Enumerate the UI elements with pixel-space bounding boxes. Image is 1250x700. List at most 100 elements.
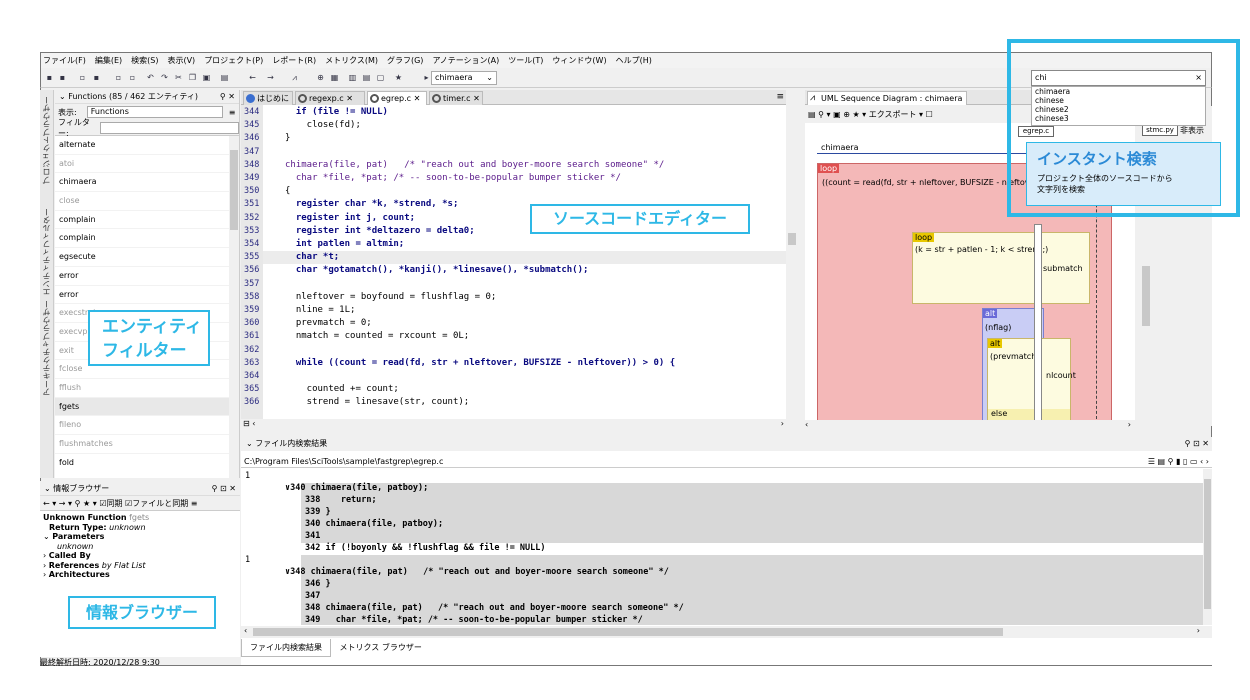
export-button[interactable]: エクスポート [869, 110, 917, 119]
menu-item[interactable]: レポート(R) [272, 55, 316, 66]
graph-icon[interactable]: ⩘ [289, 72, 300, 83]
menu-icon[interactable]: ≡ [229, 108, 236, 117]
search-suggestion[interactable]: chinese [1035, 96, 1205, 105]
menu-icon[interactable]: ≡ [191, 499, 198, 508]
menu-item[interactable]: ウィンドウ(W) [552, 55, 606, 66]
tab-egrep[interactable]: egrep.c ✕ [367, 91, 427, 105]
search-result-line[interactable]: 339 } [305, 507, 331, 517]
layout-icon[interactable]: ▪ [57, 72, 68, 83]
entity-list-item[interactable]: egsecute [55, 248, 239, 267]
entity-list-item[interactable]: complain [55, 229, 239, 249]
chevron-down-icon[interactable]: ⌄ [246, 439, 253, 448]
editor-hscroll[interactable]: ⊟ ‹ › [241, 419, 786, 431]
settings-icon[interactable]: ▦ [329, 72, 340, 83]
document-icon[interactable]: ▤ [219, 72, 230, 83]
tab-hajimeni[interactable]: はじめに [243, 91, 293, 105]
chevron-down-icon[interactable]: ⌄ [43, 532, 50, 541]
tab-timer[interactable]: timer.c ✕ [429, 91, 483, 105]
source-editor[interactable]: 344 if (file != NULL) 345 close(fd); 346} 3… [241, 105, 786, 419]
search-result-line[interactable]: 1 [245, 555, 250, 565]
chevron-down-icon[interactable]: ⌄ [59, 92, 66, 101]
undo-icon[interactable]: ↶ [145, 72, 156, 83]
editor-menu-icon[interactable]: ≡ [776, 92, 784, 102]
entity-list-item[interactable]: error [55, 286, 239, 305]
results-hscroll[interactable]: ‹ › [241, 626, 1212, 638]
search-result-line[interactable]: 347 [305, 591, 320, 601]
pin-close-icons[interactable]: ⚲ ✕ [220, 90, 235, 103]
entity-scrollbar[interactable] [229, 136, 239, 478]
print-icon[interactable]: ▤ [808, 110, 816, 119]
entity-list-item[interactable]: fflush [55, 379, 239, 398]
search-suggestion[interactable]: chinese2 [1035, 105, 1205, 114]
chevron-right-icon[interactable]: › [43, 561, 46, 570]
redo-icon[interactable]: ↷ [159, 72, 170, 83]
menu-item[interactable]: 編集(E) [95, 55, 122, 66]
search-icon[interactable]: ⚲ [75, 499, 81, 508]
chevron-down-icon[interactable]: ⌄ [44, 484, 51, 493]
entity-list-item[interactable]: fileno [55, 416, 239, 435]
side-scrollbar[interactable] [1142, 266, 1150, 326]
diagram-hscroll[interactable]: ‹ › [805, 420, 1135, 432]
forward-icon[interactable]: → [265, 72, 276, 83]
entity-combo[interactable]: chimaera ⌄ [431, 71, 497, 85]
save-icon[interactable]: ▪ [91, 72, 102, 83]
entity-list-item[interactable]: fold [55, 454, 239, 466]
fit-icon[interactable]: ▣ [833, 110, 841, 119]
close-icon[interactable]: ✕ [414, 94, 421, 103]
menu-item[interactable]: プロジェクト(P) [204, 55, 263, 66]
print-icon[interactable]: ▫ [113, 72, 124, 83]
references[interactable]: References [49, 561, 100, 570]
tab-metrics-browser[interactable]: メトリクス ブラウザー [334, 639, 428, 656]
globe-icon[interactable]: ⊕ [315, 72, 326, 83]
entity-list-item[interactable]: complain [55, 211, 239, 230]
architectures[interactable]: Architectures [49, 570, 110, 579]
new-file-icon[interactable]: ▫ [77, 72, 88, 83]
entity-list-item[interactable]: error [55, 267, 239, 286]
single-icon[interactable]: ▢ [375, 72, 386, 83]
show-select[interactable]: Functions [86, 106, 223, 118]
search-result-line[interactable]: 338 return; [305, 495, 377, 505]
chevron-right-icon[interactable]: › [43, 570, 46, 579]
search-result-line[interactable]: 341 [305, 531, 320, 541]
entity-list-item[interactable]: alternate [55, 136, 239, 155]
called-by[interactable]: Called By [49, 551, 91, 560]
back-icon[interactable]: ← [247, 72, 258, 83]
cut-icon[interactable]: ✂ [173, 72, 184, 83]
chevron-right-icon[interactable]: › [43, 551, 46, 560]
search-result-line[interactable]: 1 [245, 471, 250, 481]
bookmark-star-icon[interactable]: ★ ▾ [83, 499, 97, 508]
print-preview-icon[interactable]: ▫ [127, 72, 138, 83]
bookmark-star-icon[interactable]: ★ [393, 72, 404, 83]
copy-icon[interactable]: ❐ [187, 72, 198, 83]
paste-icon[interactable]: ▣ [201, 72, 212, 83]
editor-vscroll[interactable] [786, 105, 798, 419]
pin-close-icons[interactable]: ⚲ ⊡ ✕ [1185, 437, 1209, 451]
entity-list-item[interactable]: atoi [55, 155, 239, 174]
menu-item[interactable]: 検索(S) [131, 55, 158, 66]
menu-item[interactable]: メトリクス(M) [325, 55, 378, 66]
search-result-line[interactable]: 349 char *file, *pat; /* -- soon-to-be-p… [305, 615, 643, 625]
tab-search-results[interactable]: ファイル内検索結果 [241, 639, 331, 657]
search-result-line[interactable]: 342 if (!boyonly && !flushflag && file !… [305, 543, 546, 553]
nav-arrows-icon[interactable]: ← ▾ → ▾ [43, 499, 72, 508]
tab-uml-sequence[interactable]: ⩘UML Sequence Diagram : chimaera ✕ [807, 91, 967, 116]
search-suggestion[interactable]: chimaera [1035, 87, 1205, 96]
search-result-line[interactable]: 340 chimaera(file, patboy); [305, 519, 443, 529]
zoom-icon[interactable]: ⚲ ▾ [818, 110, 830, 119]
menu-item[interactable]: 表示(V) [167, 55, 195, 66]
tab-regexp[interactable]: regexp.c ✕ [295, 91, 365, 105]
menu-item[interactable]: ツール(T) [508, 55, 543, 66]
entity-list-item[interactable]: fgets [55, 397, 239, 417]
clear-icon[interactable]: × [1195, 71, 1202, 85]
results-vscroll[interactable] [1203, 469, 1212, 625]
split-icon[interactable]: ▤ [361, 72, 372, 83]
close-icon[interactable]: ✕ [473, 94, 480, 103]
menu-item[interactable]: グラフ(G) [387, 55, 423, 66]
search-result-line[interactable]: ∨340 chimaera(file, patboy); [285, 483, 428, 493]
bookmark-star-icon[interactable]: ★ ▾ [852, 110, 866, 119]
search-result-line[interactable]: ∨348 chimaera(file, pat) /* "reach out a… [285, 567, 669, 577]
filter-input[interactable] [100, 121, 239, 134]
menu-item[interactable]: ファイル(F) [43, 55, 86, 66]
results-toolbar-icons[interactable]: ☰ ▤ ⚲ ▮ ▯ ▭ ‹ › [1148, 455, 1209, 468]
search-suggestion[interactable]: chinese3 [1035, 114, 1205, 123]
